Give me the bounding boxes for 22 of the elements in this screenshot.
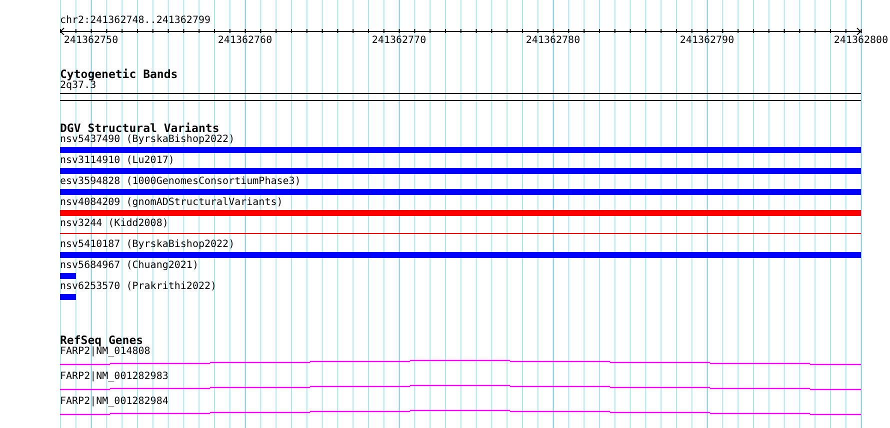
ruler-label: 241362760 [218, 35, 272, 47]
variant-label: nsv4084209 (gnomADStructuralVariants) [60, 197, 284, 209]
ruler-label: 241362770 [372, 35, 426, 47]
variant-label: nsv5410187 (ByrskaBishop2022) [60, 239, 236, 251]
variant-label: nsv6253570 (Prakrithi2022) [60, 281, 218, 293]
ruler-label: 241362790 [680, 35, 734, 47]
track-title: DGV Structural Variants [60, 122, 220, 134]
variant-label: nsv3114910 (Lu2017) [60, 155, 176, 167]
track-title: RefSeq Genes [60, 334, 144, 346]
ruler-label: 241362780 [526, 35, 580, 47]
variant-label: nsv5684967 (Chuang2021) [60, 260, 200, 272]
band-label: 2q37.3 [60, 80, 96, 92]
track-title: Cytogenetic Bands [60, 68, 179, 80]
variant-label: nsv3244 (Kidd2008) [60, 218, 170, 230]
transcript-label: FARP2|NM_001282984 [60, 396, 170, 408]
ruler-label: 241362800 [834, 35, 888, 47]
location-label: chr2:241362748..241362799 [60, 15, 212, 27]
transcript-label: FARP2|NM_014808 [60, 346, 152, 358]
variant-label: nsv5437490 (ByrskaBishop2022) [60, 134, 236, 146]
ruler-label: 241362750 [64, 35, 118, 47]
variant-label: esv3594828 (1000GenomesConsortiumPhase3) [60, 176, 302, 188]
transcript-label: FARP2|NM_001282983 [60, 371, 170, 383]
